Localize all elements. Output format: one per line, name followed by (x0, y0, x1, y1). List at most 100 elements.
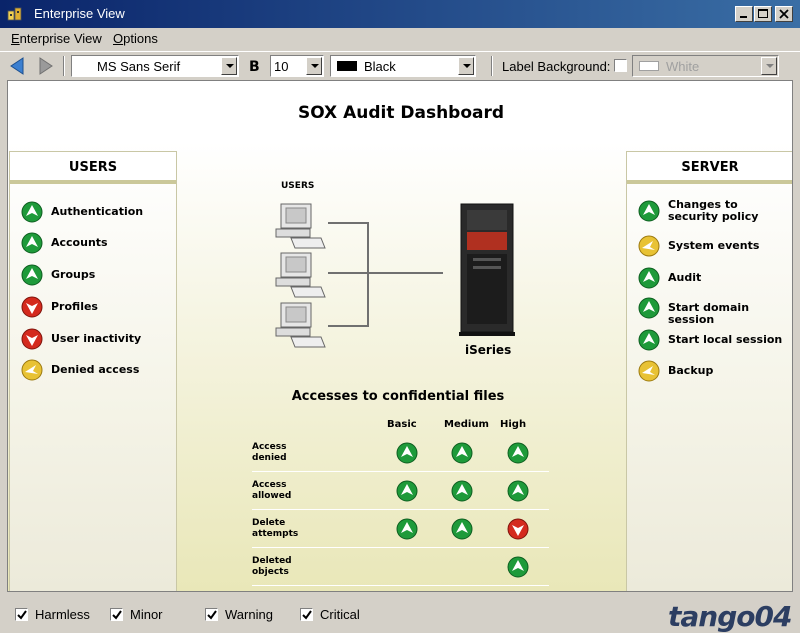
row-label: Access allowed (252, 480, 292, 501)
chevron-down-icon[interactable] (458, 57, 474, 75)
app-icon (7, 7, 22, 21)
chevron-down-icon[interactable] (761, 57, 777, 75)
green-up-status-icon[interactable] (507, 480, 529, 502)
server-item-start-domain-session[interactable]: Start domain session (638, 297, 792, 326)
green-up-status-icon[interactable] (451, 442, 473, 464)
computer-icon (275, 252, 326, 298)
green-up-status-icon (638, 267, 660, 289)
harmless-checkbox[interactable] (15, 608, 28, 621)
font-size-value: 10 (274, 59, 289, 74)
server-panel-title: SERVER (627, 152, 792, 184)
users-item-user-inactivity[interactable]: User inactivity (21, 328, 176, 354)
color-swatch (337, 61, 357, 71)
users-panel: USERS Authentication Accounts Groups Pro… (9, 151, 177, 591)
green-up-status-icon[interactable] (507, 442, 529, 464)
toolbar-separator (63, 56, 65, 76)
users-item-profiles[interactable]: Profiles (21, 296, 176, 322)
yellow-warning-status-icon (21, 359, 43, 381)
green-up-status-icon (21, 201, 43, 223)
toolbar-separator (491, 56, 493, 76)
table-row: Access denied (252, 434, 549, 472)
maximize-icon (758, 9, 768, 18)
minimize-button[interactable] (735, 6, 753, 22)
table-row: Deleted objects (252, 548, 549, 586)
maximize-button[interactable] (754, 6, 772, 22)
green-up-status-icon (21, 232, 43, 254)
background-color-value: White (666, 59, 700, 74)
font-size-select[interactable]: 10 (270, 55, 324, 77)
table-row: Access allowed (252, 472, 549, 510)
dashboard-title: SOX Audit Dashboard (297, 103, 505, 123)
server-tower-icon (459, 203, 515, 336)
dashboard-canvas: SOX Audit Dashboard USERS Authentication… (7, 80, 793, 592)
users-item-denied-access[interactable]: Denied access (21, 359, 176, 385)
diagram-users-label: USERS (281, 181, 315, 191)
access-table-title: Accesses to confidential files (291, 389, 505, 404)
users-panel-title: USERS (10, 152, 176, 184)
server-item-changes-to-security-policy[interactable]: Changes to security policy (638, 199, 792, 226)
label-background-label: Label Background: (502, 59, 611, 74)
color-swatch (639, 61, 659, 71)
font-value: MS Sans Serif (97, 59, 181, 74)
yellow-warning-status-icon (638, 235, 660, 257)
server-item-start-local-session[interactable]: Start local session (638, 329, 792, 355)
title-bar: Enterprise View (0, 0, 800, 28)
computer-icon (275, 302, 326, 348)
red-down-status-icon (21, 328, 43, 350)
menu-bar: Enterprise View Options (0, 28, 800, 50)
red-down-status-icon[interactable] (507, 518, 529, 540)
checkmark-icon (207, 610, 217, 620)
color-select[interactable]: Black (330, 55, 476, 77)
window-title: Enterprise View (34, 6, 125, 21)
background-color-select[interactable]: White (632, 55, 779, 77)
row-label: Delete attempts (252, 518, 299, 539)
chevron-down-icon[interactable] (221, 57, 237, 75)
label-background-checkbox[interactable] (614, 59, 627, 72)
yellow-warning-status-icon (638, 360, 660, 382)
checkmark-icon (112, 610, 122, 620)
green-up-status-icon (638, 329, 660, 351)
forward-arrow-icon[interactable] (35, 56, 55, 76)
server-panel: SERVER Changes to security policy System… (626, 151, 792, 591)
users-item-accounts[interactable]: Accounts (21, 232, 176, 258)
server-item-backup[interactable]: Backup (638, 360, 792, 386)
column-header-medium: Medium (444, 419, 489, 430)
checkmark-icon (17, 610, 27, 620)
row-label: Access denied (252, 442, 287, 463)
green-up-status-icon[interactable] (396, 442, 418, 464)
minimize-icon (740, 16, 747, 18)
table-row: Delete attempts (252, 510, 549, 548)
green-up-status-icon[interactable] (396, 518, 418, 540)
font-select[interactable]: MS Sans Serif (71, 55, 239, 77)
minor-checkbox[interactable] (110, 608, 123, 621)
server-label: iSeries (465, 343, 512, 357)
green-up-status-icon[interactable] (507, 556, 529, 578)
network-diagram (275, 203, 515, 348)
close-icon (779, 9, 789, 19)
green-up-status-icon[interactable] (396, 480, 418, 502)
chevron-down-icon[interactable] (306, 57, 322, 75)
tango04-logo: tango04 (668, 600, 792, 633)
green-up-status-icon (638, 200, 660, 222)
row-label: Deleted objects (252, 556, 292, 577)
green-up-status-icon[interactable] (451, 518, 473, 540)
server-item-audit[interactable]: Audit (638, 267, 792, 293)
bold-button[interactable]: B (249, 59, 260, 75)
menu-options[interactable]: Options (113, 31, 158, 46)
computer-icon (275, 203, 326, 249)
users-item-groups[interactable]: Groups (21, 264, 176, 290)
column-header-basic: Basic (387, 419, 417, 430)
green-up-status-icon (21, 264, 43, 286)
checkmark-icon (302, 610, 312, 620)
critical-checkbox[interactable] (300, 608, 313, 621)
green-up-status-icon (638, 297, 660, 319)
back-arrow-icon[interactable] (8, 56, 28, 76)
users-item-authentication[interactable]: Authentication (21, 201, 176, 227)
column-header-high: High (500, 419, 527, 430)
close-button[interactable] (775, 6, 793, 22)
green-up-status-icon[interactable] (451, 480, 473, 502)
server-item-system-events[interactable]: System events (638, 235, 792, 261)
warning-checkbox[interactable] (205, 608, 218, 621)
menu-enterprise-view[interactable]: Enterprise View (11, 31, 102, 46)
red-down-status-icon (21, 296, 43, 318)
